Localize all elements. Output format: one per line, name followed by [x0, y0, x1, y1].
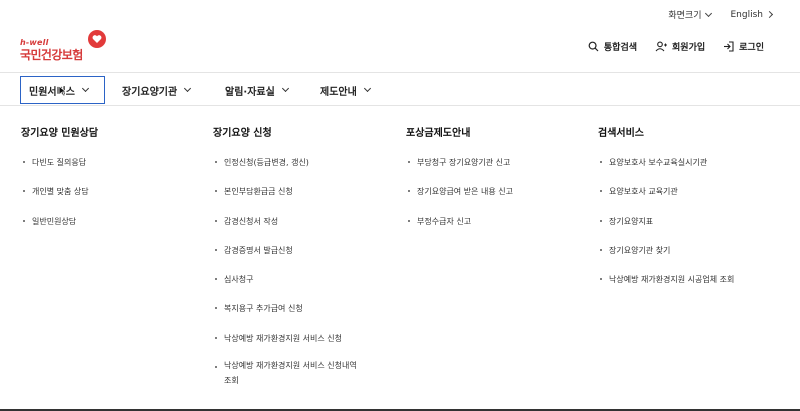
menu-column-title: 검색서비스 [598, 128, 644, 139]
search-button[interactable]: 통합검색 [588, 40, 637, 53]
chevron-down-icon [184, 84, 192, 93]
mouse-cursor-icon [58, 85, 67, 97]
menu-link[interactable]: 인정신청(등급변경, 갱신) [213, 155, 357, 184]
nav-item-label: 제도안내 [320, 86, 357, 98]
nav-item-label: 민원서비스 [29, 86, 75, 98]
menu-column-title: 장기요양 민원상담 [21, 128, 99, 139]
menu-link[interactable]: 장기요양기관 찾기 [598, 243, 734, 272]
menu-link[interactable]: 감경증명서 발급신청 [213, 243, 357, 272]
nav-item-notice-archive[interactable]: 알림·자료실 [225, 76, 289, 104]
chevron-right-icon [765, 10, 774, 19]
login-button[interactable]: 로그인 [723, 40, 764, 53]
nav-item-system-guide[interactable]: 제도안내 [320, 76, 371, 104]
join-label: 회원가입 [672, 43, 706, 53]
join-button[interactable]: 회원가입 [655, 40, 705, 53]
menu-link[interactable]: 부정수급자 신고 [406, 214, 513, 243]
menu-link[interactable]: 요양보호사 보수교육실시기관 [598, 155, 734, 184]
menu-link[interactable]: 심사청구 [213, 272, 357, 301]
menu-link[interactable]: 일반민원상담 [21, 214, 98, 243]
menu-link[interactable]: 낙상예방 재가환경지원 서비스 신청 [213, 331, 357, 360]
menu-link[interactable]: 개인별 맞춤 상담 [21, 184, 98, 213]
main-nav: 민원서비스 장기요양기관 알림·자료실 제도안내 [0, 72, 800, 106]
menu-column-reward: 포상금제도안내 부당청구 장기요양기관 신고 장기요양급여 받은 내용 신고 부… [406, 124, 513, 243]
chevron-down-icon [281, 84, 289, 93]
language-label: English [730, 9, 764, 20]
nav-item-ltc-institution[interactable]: 장기요양기관 [122, 76, 192, 104]
chevron-down-icon [363, 84, 371, 93]
menu-column-title: 포상금제도안내 [406, 128, 471, 139]
heart-logo-icon [88, 30, 106, 48]
menu-column-search: 검색서비스 요양보호사 보수교육실시기관 요양보호사 교육기관 장기요양지표 장… [598, 124, 734, 301]
user-add-icon [655, 41, 668, 52]
menu-column-consultation: 장기요양 민원상담 다빈도 질의응답 개인별 맞춤 상담 일반민원상담 [21, 124, 98, 243]
login-label: 로그인 [739, 43, 764, 53]
font-size-label: 화면크기 [668, 11, 702, 21]
menu-link[interactable]: 본인부담환급금 신청 [213, 184, 357, 213]
logo-ko-text: 국민건강보험 [20, 48, 83, 62]
menu-link[interactable]: 장기요양급여 받은 내용 신고 [406, 184, 513, 213]
menu-link[interactable]: 요양보호사 교육기관 [598, 184, 734, 213]
utility-bar: 화면크기 English [668, 8, 774, 21]
nav-item-label: 알림·자료실 [225, 86, 275, 98]
menu-link[interactable]: 장기요양지표 [598, 214, 734, 243]
menu-link[interactable]: 낙상예방 재가환경지원 서비스 신청내역 조회 [213, 360, 357, 400]
site-logo[interactable]: h-well 국민건강보험 [20, 30, 110, 62]
search-label: 통합검색 [603, 43, 638, 53]
menu-column-title: 장기요양 신청 [213, 128, 272, 139]
header-actions: 통합검색 회원가입 로그인 [588, 40, 764, 53]
menu-link[interactable]: 복지용구 추가급여 신청 [213, 301, 357, 330]
login-icon [724, 41, 734, 52]
chevron-down-icon [704, 9, 712, 17]
menu-column-application: 장기요양 신청 인정신청(등급변경, 갱신) 본인부담환급금 신청 감경신청서 … [213, 124, 357, 400]
nav-item-label: 장기요양기관 [122, 86, 178, 98]
language-link[interactable]: English [730, 8, 774, 21]
menu-link[interactable]: 낙상예방 재가환경지원 시공업체 조회 [598, 272, 734, 301]
chevron-down-icon [81, 84, 90, 93]
search-icon [588, 41, 599, 52]
menu-link[interactable]: 감경신청서 작성 [213, 214, 357, 243]
menu-link[interactable]: 다빈도 질의응답 [21, 155, 98, 184]
font-size-dropdown[interactable]: 화면크기 [668, 8, 712, 21]
menu-link[interactable]: 부당청구 장기요양기관 신고 [406, 155, 513, 184]
